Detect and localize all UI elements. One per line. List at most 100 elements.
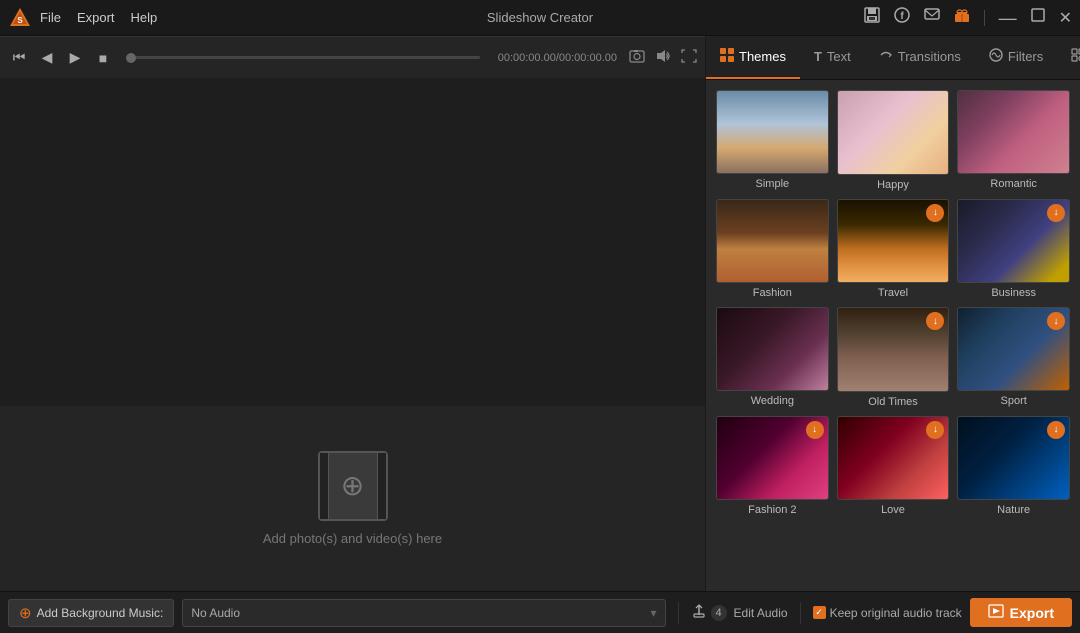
tab-filters[interactable]: Filters xyxy=(975,36,1057,79)
theme-fashion[interactable]: Fashion xyxy=(716,199,829,300)
theme-extra3[interactable]: ↓ Nature xyxy=(957,416,1070,517)
theme-wedding-thumb xyxy=(716,307,829,391)
stop-button[interactable]: ■ xyxy=(92,50,114,66)
tab-filters-label: Filters xyxy=(1008,49,1043,64)
travel-download-icon: ↓ xyxy=(926,204,944,222)
menu-file[interactable]: File xyxy=(40,10,61,25)
add-media-label: Add photo(s) and video(s) here xyxy=(263,531,442,546)
transitions-tab-icon xyxy=(879,48,893,65)
close-button[interactable]: ✕ xyxy=(1059,8,1072,28)
theme-travel-label: Travel xyxy=(878,287,908,299)
theme-wedding[interactable]: Wedding xyxy=(716,307,829,408)
audio-select-dropdown[interactable]: No Audio ▾ xyxy=(182,599,665,627)
add-bg-label: Add Background Music: xyxy=(37,606,164,620)
theme-extra2-label: Love xyxy=(881,504,905,516)
bottom-separator-1 xyxy=(678,602,679,624)
plus-icon: ⊕ xyxy=(341,472,364,500)
keep-audio-checkbox[interactable]: ✓ Keep original audio track xyxy=(813,606,962,620)
menu-bar: File Export Help xyxy=(40,10,864,25)
gift-icon[interactable] xyxy=(954,7,970,28)
time-display: 00:00:00.00/00:00:00.00 xyxy=(498,52,617,64)
theme-extra2[interactable]: ↓ Love xyxy=(837,416,950,517)
maximize-button[interactable] xyxy=(1031,8,1045,27)
keep-audio-label: Keep original audio track xyxy=(830,606,962,620)
edit-audio-button[interactable]: 4 Edit Audio xyxy=(691,603,788,622)
theme-oldtimes-thumb: ↓ xyxy=(837,307,950,392)
right-panel: Themes T Text Transitions xyxy=(705,36,1080,591)
theme-business[interactable]: ↓ Business xyxy=(957,199,1070,300)
extra3-download-icon: ↓ xyxy=(1047,421,1065,439)
fullscreen-icon[interactable] xyxy=(681,49,697,66)
left-panel: AISEESOFT ⏮ ◀ ▶ ■ xyxy=(0,36,705,591)
extra2-download-icon: ↓ xyxy=(926,421,944,439)
elements-tab-icon xyxy=(1071,48,1080,65)
save-icon[interactable] xyxy=(864,7,880,28)
add-media-button[interactable]: ⊕ xyxy=(318,451,388,521)
theme-romantic-thumb xyxy=(957,90,1070,174)
titlebar-icons: f — ✕ xyxy=(864,7,1072,28)
svg-text:S: S xyxy=(17,16,23,25)
prev-button[interactable]: ⏮ xyxy=(8,49,30,66)
menu-help[interactable]: Help xyxy=(131,10,158,25)
theme-simple[interactable]: Simple xyxy=(716,90,829,191)
rewind-button[interactable]: ◀ xyxy=(36,49,58,66)
tab-transitions[interactable]: Transitions xyxy=(865,36,975,79)
theme-romantic[interactable]: Romantic xyxy=(957,90,1070,191)
tab-themes[interactable]: Themes xyxy=(706,36,800,79)
themes-grid: Simple Happy Romantic Fashion xyxy=(706,80,1080,591)
titlebar-separator xyxy=(984,10,985,26)
tabs-bar: Themes T Text Transitions xyxy=(706,36,1080,80)
export-label: Export xyxy=(1010,605,1054,621)
bottom-separator-2 xyxy=(800,602,801,624)
screenshot-icon[interactable] xyxy=(629,49,645,66)
tab-themes-label: Themes xyxy=(739,49,786,64)
theme-travel-thumb: ↓ xyxy=(837,199,950,284)
edit-audio-number: 4 xyxy=(711,605,727,621)
themes-tab-icon xyxy=(720,48,734,65)
keep-audio-check-icon: ✓ xyxy=(813,606,826,619)
oldtimes-download-icon: ↓ xyxy=(926,312,944,330)
theme-extra2-thumb: ↓ xyxy=(837,416,950,501)
title-bar: S File Export Help Slideshow Creator f xyxy=(0,0,1080,36)
theme-extra3-thumb: ↓ xyxy=(957,416,1070,500)
text-tab-icon: T xyxy=(814,49,822,64)
business-download-icon: ↓ xyxy=(1047,204,1065,222)
theme-oldtimes-label: Old Times xyxy=(868,396,918,408)
theme-sport-thumb: ↓ xyxy=(957,307,1070,391)
progress-bar[interactable] xyxy=(126,56,480,59)
theme-extra1-label: Fashion 2 xyxy=(748,504,796,516)
theme-extra3-label: Nature xyxy=(997,504,1030,516)
timeline-section: ⊕ Add photo(s) and video(s) here xyxy=(0,406,705,591)
app-logo-icon: S xyxy=(8,6,32,30)
play-button[interactable]: ▶ xyxy=(64,49,86,66)
export-icon xyxy=(988,604,1004,621)
theme-oldtimes[interactable]: ↓ Old Times xyxy=(837,307,950,408)
app-title: Slideshow Creator xyxy=(487,10,593,25)
message-icon[interactable] xyxy=(924,7,940,28)
theme-business-label: Business xyxy=(991,287,1036,299)
volume-icon[interactable] xyxy=(655,49,671,66)
bottom-bar: ⊕ Add Background Music: No Audio ▾ 4 Edi… xyxy=(0,591,1080,633)
preview-section: AISEESOFT ⏮ ◀ ▶ ■ xyxy=(0,36,705,406)
progress-thumb[interactable] xyxy=(126,53,136,63)
theme-happy-thumb xyxy=(837,90,950,175)
facebook-icon[interactable]: f xyxy=(894,7,910,28)
export-button[interactable]: Export xyxy=(970,598,1072,627)
filters-tab-icon xyxy=(989,48,1003,65)
tab-elements[interactable]: Elements xyxy=(1057,36,1080,79)
tab-text[interactable]: T Text xyxy=(800,36,865,79)
theme-happy[interactable]: Happy xyxy=(837,90,950,191)
theme-sport-label: Sport xyxy=(1001,395,1027,407)
add-background-music-button[interactable]: ⊕ Add Background Music: xyxy=(8,599,174,627)
minimize-button[interactable]: — xyxy=(999,9,1017,27)
audio-select-value: No Audio xyxy=(191,606,650,620)
theme-simple-label: Simple xyxy=(756,178,790,190)
svg-text:f: f xyxy=(900,11,904,22)
dropdown-arrow-icon: ▾ xyxy=(650,606,656,620)
menu-export[interactable]: Export xyxy=(77,10,115,25)
preview-controls: ⏮ ◀ ▶ ■ 00:00:00.00/00:00:00.00 xyxy=(0,36,705,78)
theme-sport[interactable]: ↓ Sport xyxy=(957,307,1070,408)
theme-extra1[interactable]: ↓ Fashion 2 xyxy=(716,416,829,517)
theme-travel[interactable]: ↓ Travel xyxy=(837,199,950,300)
theme-wedding-label: Wedding xyxy=(751,395,794,407)
